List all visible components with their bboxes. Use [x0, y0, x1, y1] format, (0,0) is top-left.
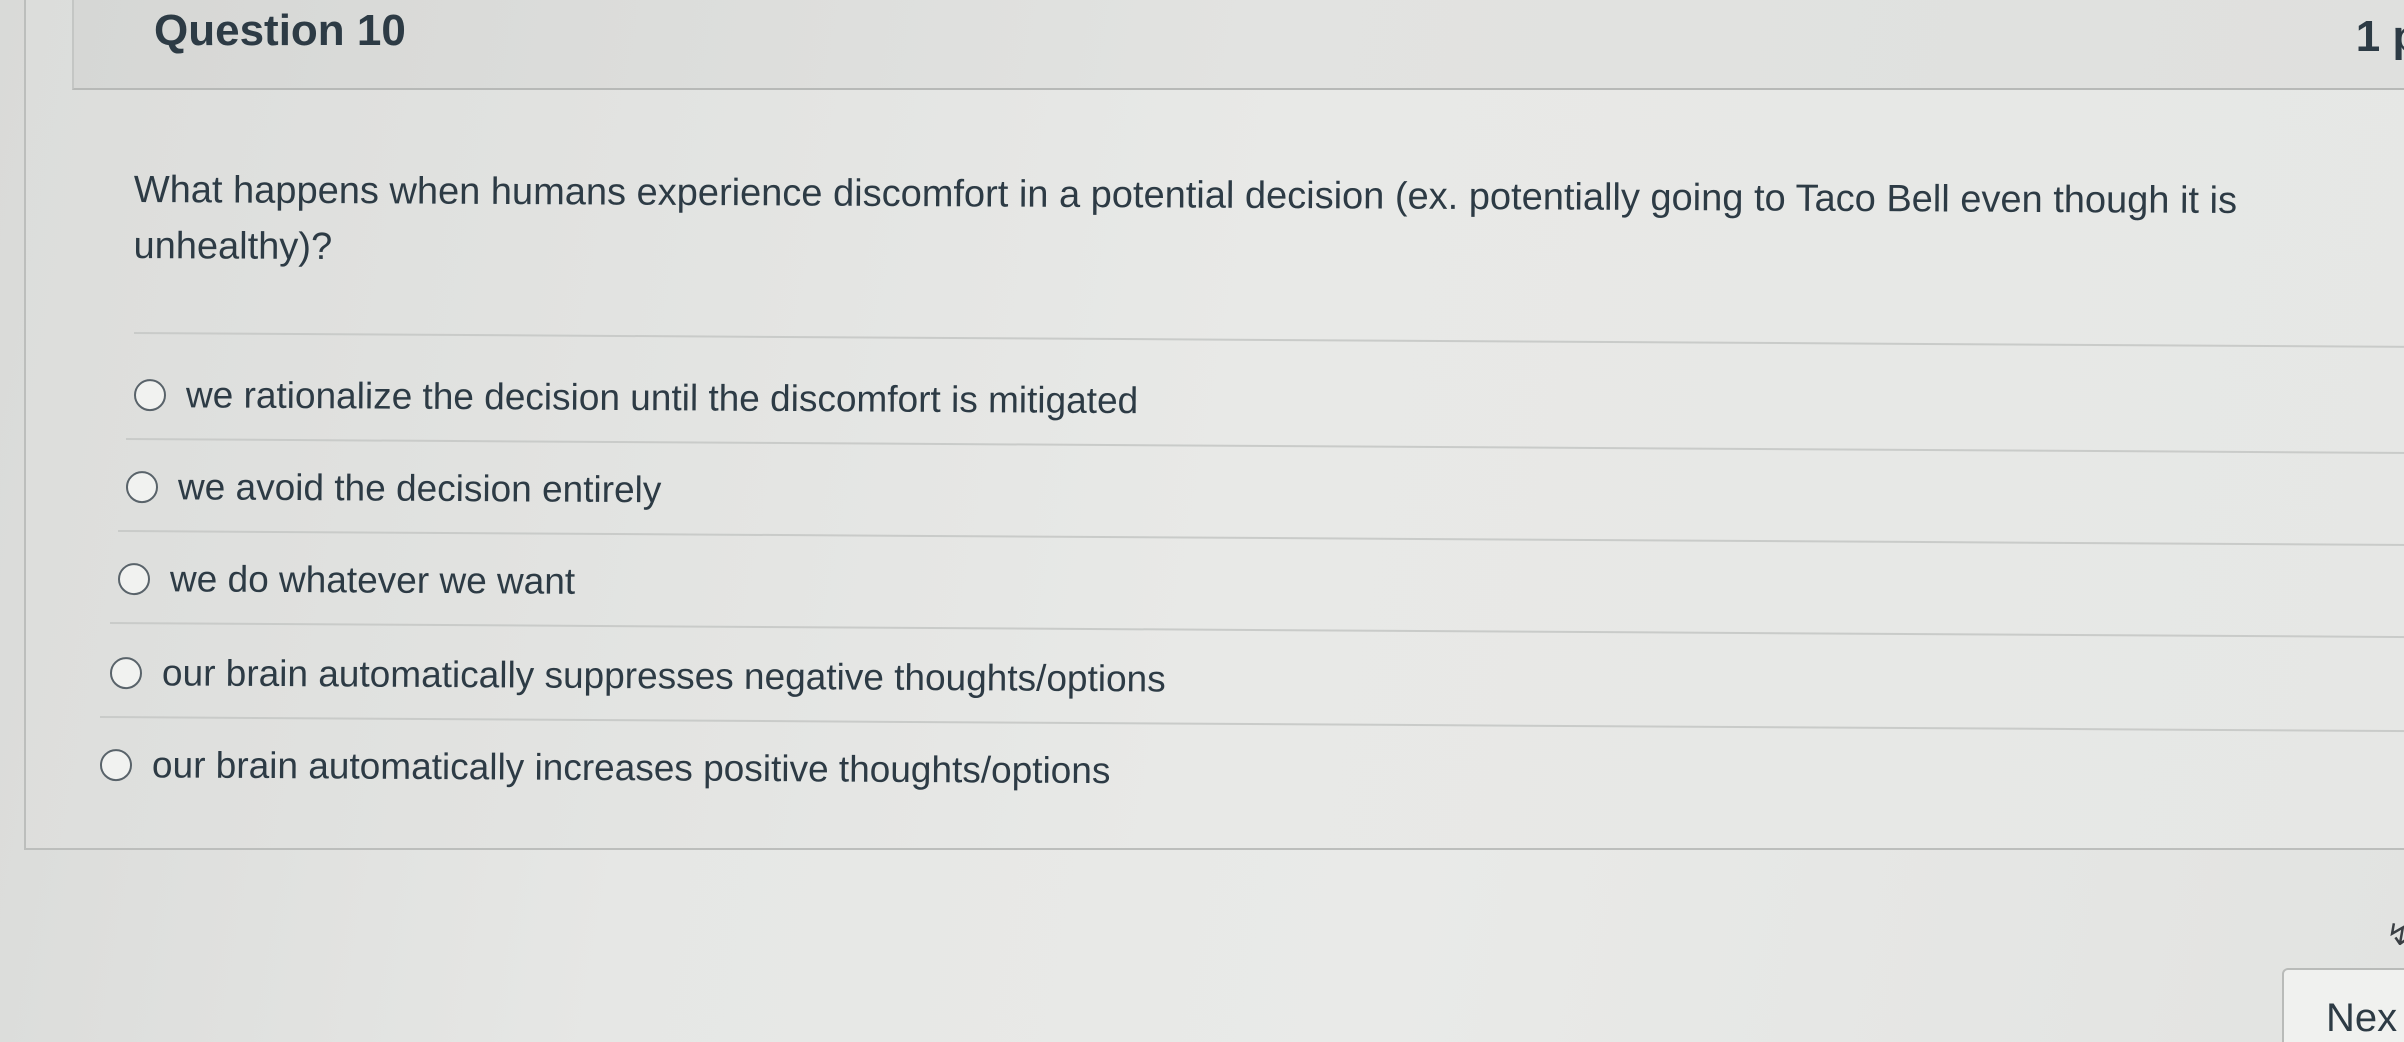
radio-button[interactable] [125, 471, 159, 504]
answer-option[interactable]: we avoid the decision entirely [125, 466, 662, 511]
answer-label: we rationalize the decision until the di… [185, 374, 1139, 422]
question-title: Question 10 [154, 6, 406, 55]
answer-option[interactable]: our brain automatically increases positi… [99, 744, 1111, 792]
radio-button[interactable] [99, 749, 133, 782]
answer-option[interactable]: we do whatever we want [117, 558, 576, 603]
answer-option[interactable]: we rationalize the decision until the di… [133, 374, 1139, 422]
answer-option[interactable]: our brain automatically suppresses negat… [109, 652, 1166, 700]
question-text: What happens when humans experience disc… [133, 168, 2238, 269]
next-button[interactable]: Nex [2282, 968, 2404, 1042]
answer-label: our brain automatically suppresses negat… [161, 652, 1166, 700]
radio-button[interactable] [133, 379, 167, 412]
question-points: 1 pt [2355, 12, 2404, 61]
radio-button[interactable] [109, 657, 143, 690]
answer-label: we avoid the decision entirely [177, 466, 662, 511]
quiz-page: Question 10 1 pt What happens when human… [0, 0, 2404, 1042]
answer-label: we do whatever we want [169, 558, 576, 602]
radio-button[interactable] [117, 563, 151, 596]
answer-label: our brain automatically increases positi… [151, 744, 1111, 792]
link-icon: ↯ [2386, 919, 2404, 952]
question-header: Question 10 1 pt [72, 0, 2404, 90]
